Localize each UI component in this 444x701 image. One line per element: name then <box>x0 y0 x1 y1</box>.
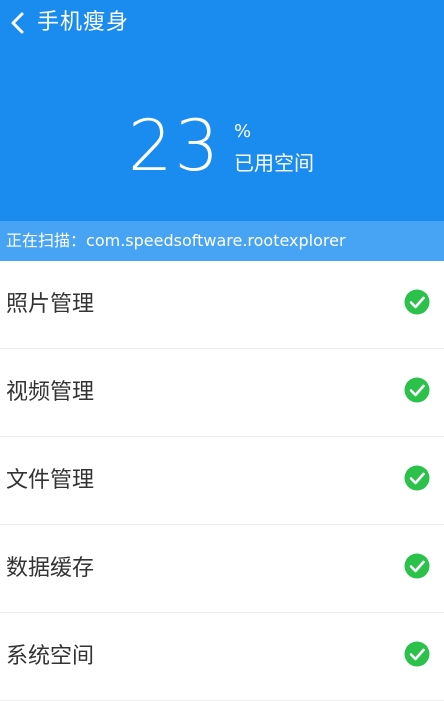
list-item-label: 照片管理 <box>6 292 95 317</box>
check-circle-icon <box>404 553 430 579</box>
check-circle-icon <box>404 377 430 403</box>
list-item-photo-management[interactable]: 照片管理 <box>0 261 444 349</box>
usage-percent-unit: % <box>234 121 252 142</box>
scan-status-target: com.speedsoftware.rootexplorer <box>86 231 346 250</box>
check-circle-icon <box>404 641 430 667</box>
check-circle-icon <box>404 289 430 315</box>
list-item-label: 数据缓存 <box>6 556 95 581</box>
cleanup-category-list: 照片管理 视频管理 文件管理 数据缓存 系统空间 <box>0 261 444 701</box>
list-item-label: 系统空间 <box>6 644 95 669</box>
usage-percent-value: 23 <box>128 105 222 187</box>
list-item-system-space[interactable]: 系统空间 <box>0 613 444 701</box>
list-item-data-cache[interactable]: 数据缓存 <box>0 525 444 613</box>
list-item-video-management[interactable]: 视频管理 <box>0 349 444 437</box>
list-item-label: 文件管理 <box>6 468 95 493</box>
list-item-file-management[interactable]: 文件管理 <box>0 437 444 525</box>
usage-label: 已用空间 <box>234 151 314 175</box>
list-item-label: 视频管理 <box>6 380 95 405</box>
page-title: 手机瘦身 <box>37 10 130 35</box>
scan-status-prefix: 正在扫描： <box>6 231 87 250</box>
back-button[interactable] <box>6 10 32 36</box>
scan-status-bar: 正在扫描：com.speedsoftware.rootexplorer <box>0 221 444 261</box>
check-circle-icon <box>404 465 430 491</box>
chevron-left-icon <box>11 12 24 34</box>
header: 手机瘦身 23 % 已用空间 <box>0 0 444 221</box>
